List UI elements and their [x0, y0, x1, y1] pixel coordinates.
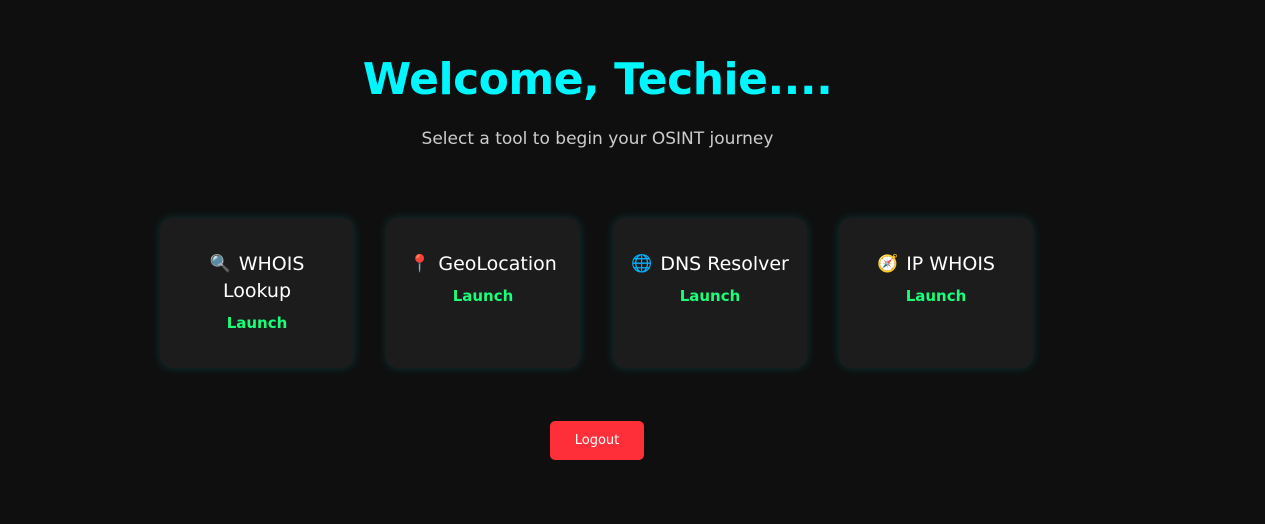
launch-link[interactable]: Launch: [453, 286, 514, 306]
tool-card-title: 📍 GeoLocation: [386, 251, 580, 278]
pin-icon: 📍: [409, 254, 431, 274]
tool-card-geolocation[interactable]: 📍 GeoLocation Launch: [386, 218, 580, 368]
page-title: Welcome, Techie....: [362, 54, 833, 105]
tool-card-ip-whois[interactable]: 🧭 IP WHOIS Launch: [839, 218, 1033, 368]
tool-card-label: WHOIS Lookup: [222, 253, 305, 302]
tool-card-whois-lookup[interactable]: 🔍 WHOIS Lookup Launch: [160, 218, 354, 368]
tool-card-label: GeoLocation: [438, 253, 557, 275]
logout-button[interactable]: Logout: [550, 421, 644, 460]
launch-link[interactable]: Launch: [227, 313, 288, 333]
dashboard-page: Welcome, Techie.... Select a tool to beg…: [0, 0, 1265, 524]
magnifier-icon: 🔍: [209, 254, 231, 274]
tool-card-title: 🧭 IP WHOIS: [839, 251, 1033, 278]
launch-link[interactable]: Launch: [680, 286, 741, 306]
page-subtitle: Select a tool to begin your OSINT journe…: [421, 129, 774, 149]
tool-card-title: 🌐 DNS Resolver: [613, 251, 807, 278]
compass-icon: 🧭: [877, 254, 899, 274]
tool-card-label: DNS Resolver: [660, 253, 789, 275]
tool-card-dns-resolver[interactable]: 🌐 DNS Resolver Launch: [613, 218, 807, 368]
tool-card-title: 🔍 WHOIS Lookup: [160, 251, 354, 305]
globe-icon: 🌐: [631, 254, 653, 274]
tool-card-label: IP WHOIS: [906, 253, 995, 275]
launch-link[interactable]: Launch: [906, 286, 967, 306]
